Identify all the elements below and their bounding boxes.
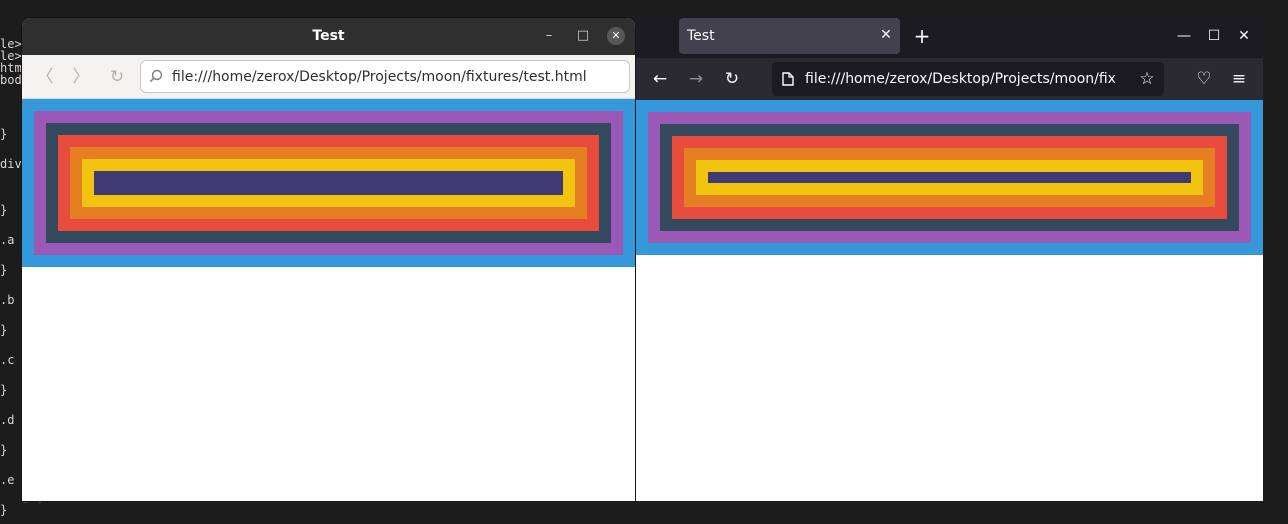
- terminal-line: }: [0, 323, 8, 337]
- forward-button[interactable]: 〉: [70, 66, 92, 88]
- tab-test[interactable]: Test ✕: [679, 18, 900, 54]
- terminal-line: div: [0, 157, 22, 171]
- terminal-line: }: [0, 383, 8, 397]
- terminal-line: }: [0, 127, 8, 141]
- left-browser-window: Test – □ ✕ 〈 〉 ↻ file:///home/zerox/Desk…: [22, 18, 635, 501]
- reload-button[interactable]: ↻: [720, 67, 744, 91]
- terminal-line: }: [0, 503, 8, 517]
- navigation-toolbar: ← → ↻ file:///home/zerox/Desktop/Project…: [636, 58, 1263, 100]
- background-terminal: le> le> htm bod} div} .a} .b} .c} .d} .e}: [0, 0, 22, 524]
- address-text: file:///home/zerox/Desktop/Projects/moon…: [805, 71, 1115, 87]
- address-bar[interactable]: file:///home/zerox/Desktop/Projects/moon…: [140, 60, 630, 93]
- maximize-icon[interactable]: ☐: [1203, 25, 1225, 47]
- page-content-nested-boxes: [636, 100, 1263, 255]
- new-tab-icon[interactable]: +: [911, 25, 933, 47]
- address-text: file:///home/zerox/Desktop/Projects/moon…: [172, 69, 587, 85]
- tab-close-icon[interactable]: ✕: [877, 26, 895, 44]
- page-icon: [782, 72, 794, 86]
- left-toolbar: 〈 〉 ↻ file:///home/zerox/Desktop/Project…: [22, 55, 635, 99]
- nested-box-6: [94, 171, 563, 195]
- terminal-line: }: [0, 443, 8, 457]
- maximize-icon[interactable]: □: [573, 26, 593, 46]
- menu-icon[interactable]: ≡: [1227, 67, 1251, 91]
- bookmark-star-icon[interactable]: ☆: [1136, 68, 1158, 90]
- close-icon[interactable]: ✕: [607, 27, 625, 45]
- terminal-line: }: [0, 203, 8, 217]
- terminal-line: .c: [0, 353, 15, 367]
- terminal-line: .e: [0, 473, 15, 487]
- address-bar[interactable]: file:///home/zerox/Desktop/Projects/moon…: [772, 62, 1164, 96]
- terminal-line: .d: [0, 413, 15, 427]
- forward-button[interactable]: →: [684, 67, 708, 91]
- minimize-icon[interactable]: –: [539, 26, 559, 46]
- nested-box-6: [708, 172, 1191, 183]
- tab-title: Test: [687, 28, 715, 44]
- terminal-line: .b: [0, 293, 15, 307]
- terminal-line: bod: [0, 73, 22, 87]
- close-icon[interactable]: ✕: [1233, 25, 1255, 47]
- right-browser-window: Test ✕ + — ☐ ✕ ← → ↻ file:///home/zerox/…: [636, 14, 1263, 501]
- pocket-icon[interactable]: ♡: [1192, 67, 1216, 91]
- page-content-nested-boxes: [22, 99, 635, 267]
- minimize-icon[interactable]: —: [1173, 25, 1195, 47]
- tab-bar: Test ✕ + — ☐ ✕: [636, 14, 1263, 58]
- terminal-line: .a: [0, 233, 15, 247]
- back-button[interactable]: 〈: [34, 66, 56, 88]
- search-icon: [149, 69, 163, 83]
- terminal-line: }: [0, 263, 8, 277]
- left-titlebar[interactable]: Test – □ ✕: [22, 18, 635, 55]
- reload-button[interactable]: ↻: [106, 66, 128, 88]
- back-button[interactable]: ←: [648, 67, 672, 91]
